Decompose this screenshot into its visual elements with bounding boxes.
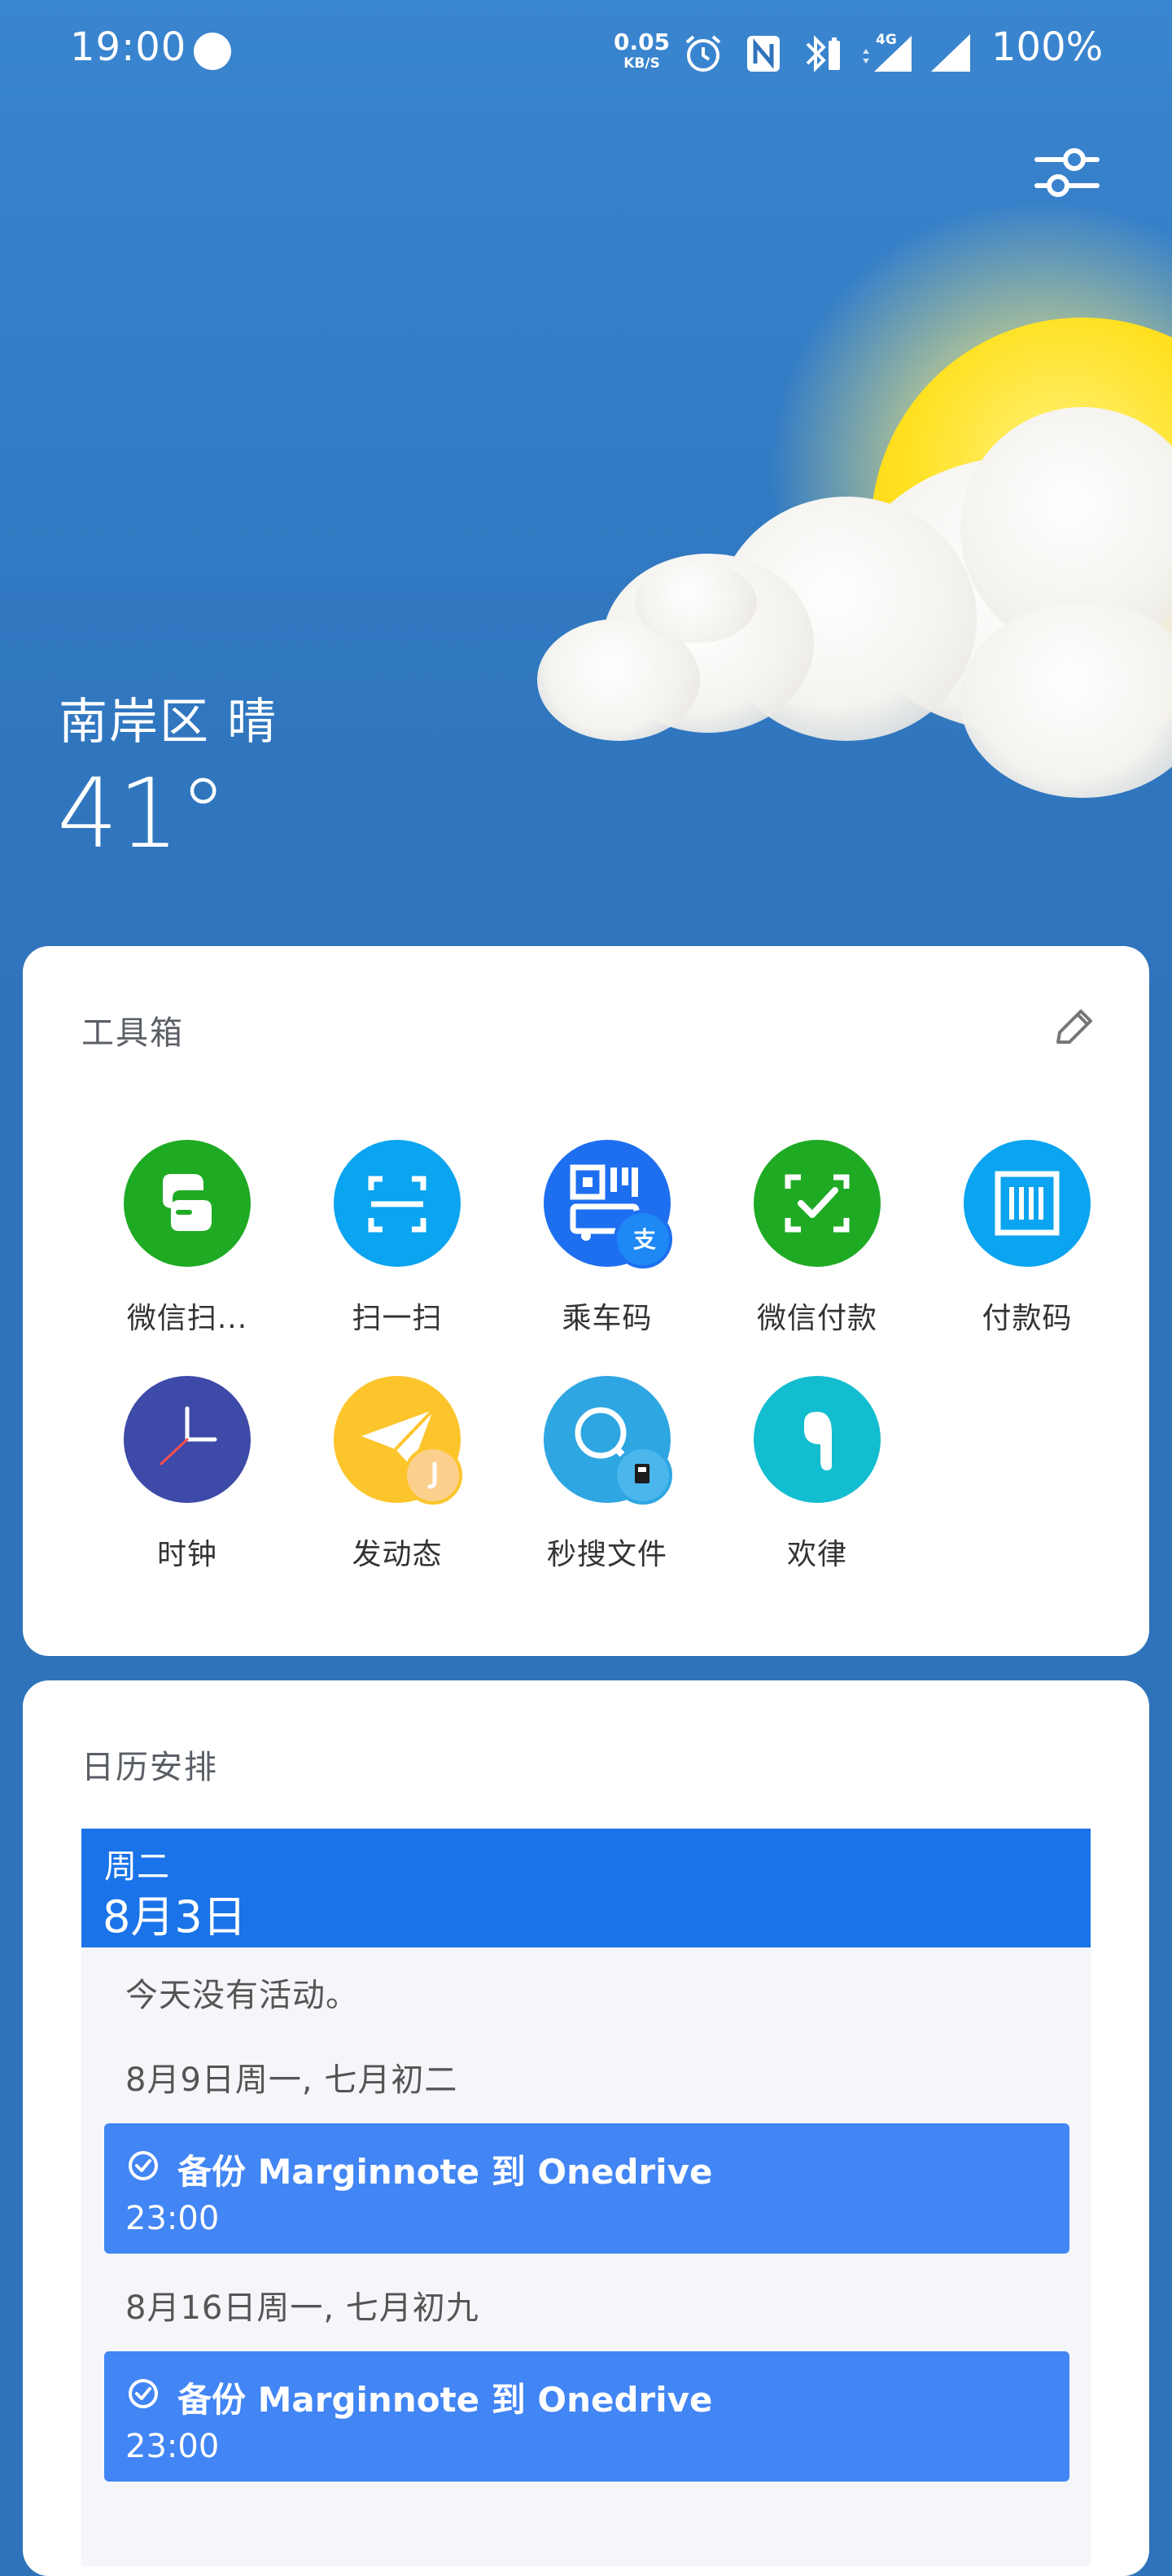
alipay-badge-icon: 支 [614, 1210, 672, 1268]
wechat-pay-icon [754, 1140, 881, 1267]
agenda-list: 今天没有活动。 8月9日周一, 七月初二 备份 Marginnote 到 One… [81, 1947, 1091, 2566]
notification-icon [194, 33, 231, 70]
tool-file-search[interactable]: 秒搜文件 [518, 1376, 697, 1573]
network-speed-value: 0.05 [614, 28, 671, 55]
clock-icon [124, 1376, 251, 1503]
sd-card-badge-icon [614, 1446, 672, 1505]
network-speed-unit: KB/S [623, 55, 660, 72]
toolbox-card: 工具箱 微信扫... 扫一扫 支 乘车码 微信付款 付款码 时钟 发动态 秒搜文… [23, 946, 1149, 1656]
battery-level: 100% [991, 24, 1104, 70]
calendar-title: 日历安排 [81, 1749, 218, 1786]
status-time: 19:00 [70, 24, 187, 70]
event-title: 备份 Marginnote 到 Onedrive [177, 2152, 713, 2192]
day-date: 8月3日 [103, 1891, 247, 1943]
bus-code-icon: 支 [544, 1140, 672, 1268]
status-bar: 19:00 0.05 KB/S 4G 100% [0, 0, 1172, 104]
tool-bus-code[interactable]: 支 乘车码 [518, 1140, 697, 1337]
toolbox-title: 工具箱 [81, 1014, 184, 1052]
no-events-message: 今天没有活动。 [125, 1977, 359, 2014]
bluetooth-battery-icon [806, 35, 840, 72]
weather-temperature[interactable]: 41° [57, 757, 227, 870]
network-speed: 0.05 KB/S [614, 31, 670, 71]
tool-label: 付款码 [982, 1302, 1073, 1335]
tool-wechat-pay[interactable]: 微信付款 [728, 1140, 907, 1337]
tool-scan[interactable]: 扫一扫 [308, 1140, 487, 1337]
tool-wechat-scan[interactable]: 微信扫... [98, 1140, 277, 1337]
tool-label: 乘车码 [562, 1302, 653, 1335]
tool-pay-code[interactable]: 付款码 [938, 1140, 1117, 1337]
pay-code-icon [964, 1140, 1091, 1267]
heytap-music-icon [754, 1376, 881, 1503]
post-icon [334, 1376, 462, 1505]
tool-label: 发动态 [352, 1538, 443, 1571]
nfc-icon [747, 36, 780, 72]
tool-label: 欢律 [786, 1538, 847, 1571]
network-type-label: 4G [876, 33, 897, 48]
settings-sliders-button[interactable] [1034, 143, 1100, 202]
mobile-signal-icon: 4G [863, 33, 912, 72]
event-item[interactable]: 备份 Marginnote 到 Onedrive 23:00 [104, 2351, 1069, 2482]
alarm-icon [685, 35, 721, 72]
tool-label: 时钟 [156, 1538, 217, 1571]
event-item[interactable]: 备份 Marginnote 到 Onedrive 23:00 [104, 2123, 1069, 2254]
svg-text:支: 支 [633, 1226, 656, 1253]
calendar-day-header[interactable]: 周二 8月3日 [81, 1829, 1091, 1947]
weather-location[interactable]: 南岸区 晴 [59, 682, 278, 753]
tool-label: 秒搜文件 [546, 1538, 667, 1571]
tool-post[interactable]: 发动态 [308, 1376, 487, 1573]
task-check-icon [129, 2379, 158, 2408]
scan-icon [334, 1140, 461, 1267]
file-search-icon [544, 1376, 672, 1505]
event-time: 23:00 [125, 2200, 220, 2237]
agenda-date-heading: 8月16日周一, 七月初九 [125, 2289, 479, 2327]
tool-label: 扫一扫 [352, 1302, 443, 1335]
tool-clock[interactable]: 时钟 [98, 1376, 277, 1573]
tool-label: 微信扫... [126, 1302, 248, 1335]
tool-label: 微信付款 [756, 1302, 877, 1335]
edit-pencil-icon[interactable] [1050, 1003, 1099, 1052]
sliders-icon [1034, 148, 1100, 197]
music-badge-icon [404, 1446, 462, 1505]
task-check-icon [129, 2151, 158, 2180]
cellular-signal-icon [931, 34, 970, 72]
wechat-scan-icon [124, 1140, 251, 1267]
agenda-date-heading: 8月9日周一, 七月初二 [125, 2061, 458, 2099]
event-time: 23:00 [125, 2428, 220, 2465]
event-title: 备份 Marginnote 到 Onedrive [177, 2380, 713, 2420]
tool-heytap-music[interactable]: 欢律 [728, 1376, 907, 1573]
